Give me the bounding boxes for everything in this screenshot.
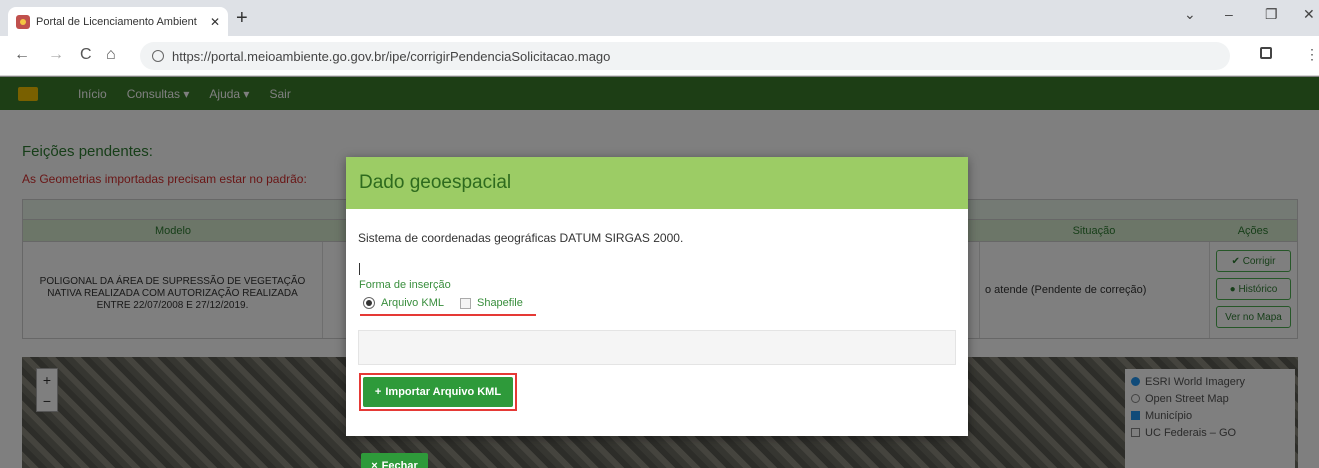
fechar-button[interactable]: × Fechar xyxy=(361,453,428,468)
shapefile-checkbox[interactable] xyxy=(459,297,471,309)
restore-button[interactable]: ❐ xyxy=(1265,6,1278,23)
modal-body: Sistema de coordenadas geográficas DATUM… xyxy=(346,209,968,468)
kml-radio[interactable] xyxy=(363,297,375,309)
shapefile-label[interactable]: Shapefile xyxy=(477,297,523,309)
home-button[interactable]: ⌂ xyxy=(106,46,116,64)
tab-close-icon[interactable]: ✕ xyxy=(210,15,220,29)
modal-header: Dado geoespacial xyxy=(346,157,968,209)
highlight-box xyxy=(359,373,517,411)
geospatial-modal: Dado geoespacial Sistema de coordenadas … xyxy=(346,157,968,468)
highlight-underline xyxy=(360,314,536,316)
address-bar[interactable]: https://portal.meioambiente.go.gov.br/ip… xyxy=(140,42,1230,70)
back-button[interactable]: ← xyxy=(14,46,30,64)
tab-search-icon[interactable]: ⌄ xyxy=(1184,6,1196,23)
insertion-options: Arquivo KML Shapefile xyxy=(363,297,523,309)
close-icon: × xyxy=(371,459,378,468)
url-text: https://portal.meioambiente.go.gov.br/ip… xyxy=(172,48,611,64)
forward-button[interactable]: → xyxy=(48,46,64,64)
modal-title: Dado geoespacial xyxy=(359,172,512,193)
sidebar-toggle-icon[interactable] xyxy=(1260,47,1272,59)
new-tab-button[interactable]: + xyxy=(236,8,248,28)
window-close-button[interactable]: ✕ xyxy=(1303,6,1315,23)
insertion-label: Forma de inserção xyxy=(359,279,451,291)
coordinate-system-text: Sistema de coordenadas geográficas DATUM… xyxy=(358,231,684,245)
site-favicon-icon xyxy=(16,14,30,29)
site-info-icon[interactable] xyxy=(152,50,164,62)
kml-label[interactable]: Arquivo KML xyxy=(381,297,444,309)
tab-title: Portal de Licenciamento Ambient xyxy=(36,15,197,28)
text-caret xyxy=(359,263,360,275)
import-panel xyxy=(358,330,956,365)
browser-tab-bar: Portal de Licenciamento Ambient ✕ + ⌄ – … xyxy=(0,0,1319,36)
fechar-label: Fechar xyxy=(381,459,418,468)
minimize-button[interactable]: – xyxy=(1225,6,1233,22)
browser-toolbar: ← → C ⌂ https://portal.meioambiente.go.g… xyxy=(0,36,1319,76)
browser-menu-icon[interactable]: ⋮ xyxy=(1305,46,1319,63)
browser-tab[interactable]: Portal de Licenciamento Ambient ✕ xyxy=(8,7,228,36)
reload-button[interactable]: C xyxy=(80,46,92,64)
